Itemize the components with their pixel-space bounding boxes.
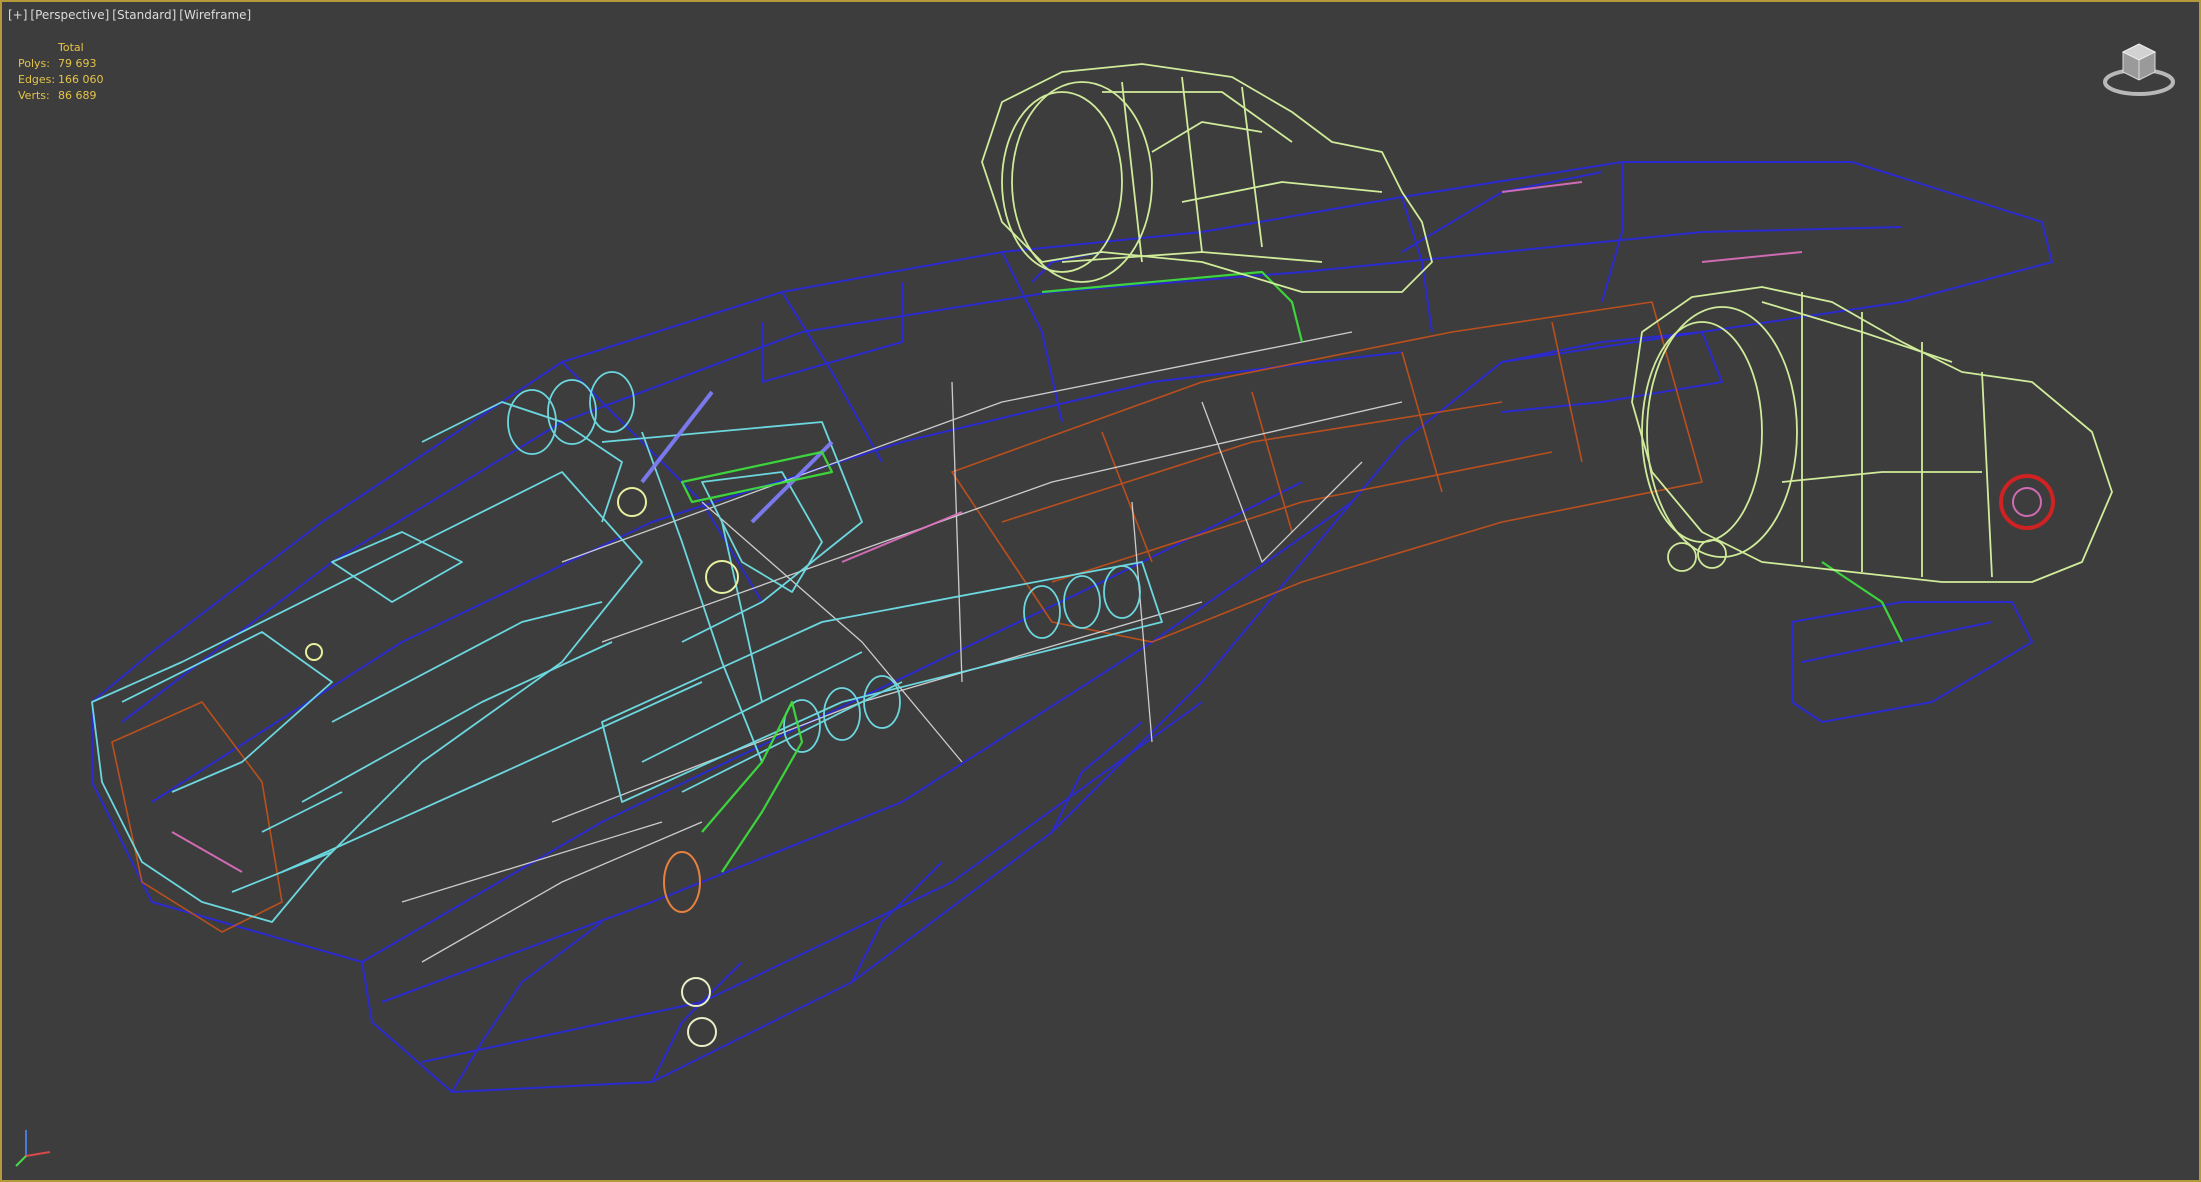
viewport-menu-shading-style[interactable]: [Standard] xyxy=(112,8,176,22)
stats-value: 86 689 xyxy=(58,89,97,102)
stats-value: 79 693 xyxy=(58,57,97,70)
3d-viewport[interactable]: [+] [Perspective] [Standard] [Wireframe] To… xyxy=(0,0,2201,1182)
viewport-menu-display-mode[interactable]: [Wireframe] xyxy=(179,8,251,22)
stats-label: Verts: xyxy=(18,89,50,102)
stats-header: Total xyxy=(58,41,84,54)
viewport-menu-view[interactable]: [Perspective] xyxy=(30,8,109,22)
stats-value: 166 060 xyxy=(58,73,104,86)
stats-row: Verts: 86 689 xyxy=(18,88,104,104)
stats-label: Polys: xyxy=(18,57,50,70)
stats-row: Polys: 79 693 xyxy=(18,56,104,72)
viewport-menu-plus[interactable]: [+] xyxy=(8,8,27,22)
cylinder-wireframe xyxy=(663,851,701,913)
gear-wireframe xyxy=(680,270,1903,873)
axis-tripod-icon xyxy=(15,1130,51,1167)
statistics-panel: Total Polys: 79 693 Edges: 166 060 Verts… xyxy=(18,40,104,104)
stats-row: Edges: 166 060 xyxy=(18,72,104,88)
stats-label: Edges: xyxy=(18,73,56,86)
frame-wireframe xyxy=(401,331,1403,963)
hull-wireframe xyxy=(91,161,2053,1093)
interior-wireframe xyxy=(111,301,1703,933)
viewcube-icon[interactable] xyxy=(2099,32,2179,102)
engine-left-wireframe xyxy=(981,63,1433,293)
pod-wireframe xyxy=(681,977,717,1047)
joint-wireframe xyxy=(305,487,739,661)
wireframe-model[interactable] xyxy=(2,2,2199,1180)
viewport-label-bar: [+] [Perspective] [Standard] [Wireframe] xyxy=(8,8,254,22)
